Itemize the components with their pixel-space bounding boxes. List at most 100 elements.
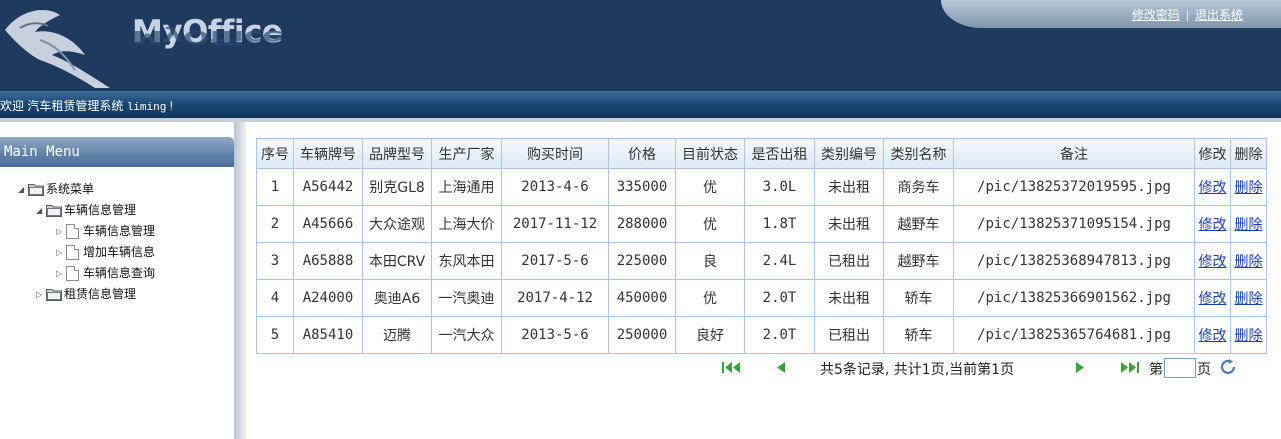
cell-category-name: 轿车 — [883, 316, 954, 354]
cell-category-name: 越野车 — [883, 242, 954, 280]
cell-maker: 一汽奥迪 — [431, 279, 502, 317]
tree-label: 租赁信息管理 — [64, 287, 137, 301]
cell-purchase-date: 2017-5-6 — [501, 242, 609, 280]
cell-plate: A56442 — [293, 168, 363, 206]
folder-icon — [28, 184, 44, 197]
cell-price: 450000 — [608, 279, 676, 317]
delete-link[interactable]: 删除 — [1235, 291, 1263, 307]
cell-price: 335000 — [608, 168, 676, 206]
cell-purchase-date: 2017-4-12 — [501, 279, 609, 317]
tree-item-add-vehicle[interactable]: ▷ 增加车辆信息 — [56, 243, 155, 261]
cell-remark: /pic/13825371095154.jpg — [953, 205, 1195, 243]
delete-link[interactable]: 删除 — [1235, 217, 1263, 233]
cell-delete: 删除 — [1230, 279, 1267, 317]
folder-icon — [46, 289, 62, 302]
cell-delete: 删除 — [1230, 168, 1267, 206]
cell-plate: A24000 — [293, 279, 363, 317]
tree-item-vehicle-info[interactable]: ▷ 车辆信息管理 — [56, 222, 155, 240]
cell-rented: 3.0L — [744, 168, 815, 206]
pagination-bar: 共5条记录, 共计1页,当前第1页 第 页 — [256, 358, 1266, 380]
cell-remark: /pic/13825365764681.jpg — [953, 316, 1195, 354]
cell-plate: A45666 — [293, 205, 363, 243]
cell-status: 优 — [675, 168, 745, 206]
cell-price: 225000 — [608, 242, 676, 280]
tree-label: 车辆信息管理 — [64, 203, 137, 217]
cell-model: 大众途观 — [362, 205, 432, 243]
change-password-link[interactable]: 修改密码 — [1132, 8, 1180, 22]
delete-link[interactable]: 删除 — [1235, 180, 1263, 196]
cell-category-id: 未出租 — [814, 279, 884, 317]
edit-link[interactable]: 修改 — [1199, 254, 1227, 270]
edit-link[interactable]: 修改 — [1199, 291, 1227, 307]
col-header: 生产厂家 — [431, 138, 502, 169]
refresh-icon[interactable] — [1220, 359, 1238, 375]
sidebar: Main Menu ◢ 系统菜单 ◢ 车辆信息管理 ▷ 车辆信息管理 ▷ 增加车辆信息 … — [0, 122, 234, 439]
edit-link[interactable]: 修改 — [1199, 180, 1227, 196]
logout-link[interactable]: 退出系统 — [1195, 8, 1243, 22]
page-icon — [66, 266, 79, 282]
goto-page-suffix: 页 — [1197, 362, 1211, 378]
tree-node-system-menu[interactable]: ◢ 系统菜单 — [18, 180, 94, 198]
col-header: 修改 — [1194, 138, 1231, 169]
cell-category-name: 商务车 — [883, 168, 954, 206]
cell-category-id: 未出租 — [814, 205, 884, 243]
cell-edit: 修改 — [1194, 168, 1231, 206]
goto-page-input[interactable] — [1164, 358, 1196, 378]
cell-rented: 1.8T — [744, 205, 815, 243]
welcome-text: 欢迎 汽车租赁管理系统 liming ! — [0, 97, 173, 114]
cell-delete: 删除 — [1230, 242, 1267, 280]
page-icon — [66, 224, 79, 240]
tree-label: 车辆信息管理 — [83, 224, 156, 238]
tree-label: 车辆信息查询 — [83, 266, 156, 280]
top-links: 修改密码 | 退出系统 — [1132, 6, 1243, 23]
collapsed-arrow-icon: ▷ — [56, 268, 63, 278]
sidebar-splitter[interactable] — [234, 122, 246, 439]
first-page-icon[interactable] — [721, 361, 743, 374]
expanded-arrow-icon[interactable]: ◢ — [18, 181, 28, 199]
welcome-bar: 欢迎 汽车租赁管理系统 liming ! — [0, 91, 1281, 118]
cell-model: 奥迪A6 — [362, 279, 432, 317]
top-header: MyOffice MyOffice 修改密码 | 退出系统 — [0, 0, 1281, 91]
tree-node-rental-mgmt[interactable]: ▷ 租赁信息管理 — [36, 285, 136, 303]
link-separator: | — [1185, 8, 1189, 22]
tree-item-query-vehicle[interactable]: ▷ 车辆信息查询 — [56, 264, 155, 282]
prev-page-icon[interactable] — [775, 361, 787, 374]
sidebar-header: Main Menu — [0, 137, 234, 167]
last-page-icon[interactable] — [1118, 361, 1140, 374]
table-row: 5 A85410 迈腾 一汽大众 2013-5-6 250000 良好 2.0T… — [256, 316, 1267, 354]
col-header: 类别编号 — [814, 138, 884, 169]
expanded-arrow-icon[interactable]: ◢ — [36, 202, 46, 220]
cell-delete: 删除 — [1230, 316, 1267, 354]
next-page-icon[interactable] — [1074, 361, 1086, 374]
cell-rented: 2.0T — [744, 316, 815, 354]
vehicle-table: 序号 车辆牌号 品牌型号 生产厂家 购买时间 价格 目前状态 是否出租 类别编号… — [256, 138, 1267, 354]
username: liming — [126, 102, 167, 114]
cell-edit: 修改 — [1194, 279, 1231, 317]
cell-rented: 2.4L — [744, 242, 815, 280]
edit-link[interactable]: 修改 — [1199, 217, 1227, 233]
edit-link[interactable]: 修改 — [1199, 328, 1227, 344]
col-header: 备注 — [953, 138, 1195, 169]
cell-edit: 修改 — [1194, 242, 1231, 280]
col-header: 车辆牌号 — [293, 138, 363, 169]
cell-index: 4 — [256, 279, 294, 317]
collapsed-arrow-icon: ▷ — [56, 226, 63, 236]
page-info: 共5条记录, 共计1页,当前第1页 — [820, 362, 1015, 378]
cell-index: 1 — [256, 168, 294, 206]
goto-page-label: 第 — [1149, 362, 1163, 378]
col-header: 删除 — [1230, 138, 1267, 169]
cell-purchase-date: 2013-4-6 — [501, 168, 609, 206]
tree-node-vehicle-mgmt[interactable]: ◢ 车辆信息管理 — [36, 201, 136, 219]
folder-icon — [46, 205, 62, 218]
cell-category-name: 越野车 — [883, 205, 954, 243]
cell-rented: 2.0T — [744, 279, 815, 317]
cell-status: 良 — [675, 242, 745, 280]
col-header: 类别名称 — [883, 138, 954, 169]
collapsed-arrow-icon[interactable]: ▷ — [36, 286, 46, 304]
cell-purchase-date: 2013-5-6 — [501, 316, 609, 354]
cell-price: 250000 — [608, 316, 676, 354]
cell-maker: 东风本田 — [431, 242, 502, 280]
tree-label: 增加车辆信息 — [83, 245, 156, 259]
delete-link[interactable]: 删除 — [1235, 328, 1263, 344]
delete-link[interactable]: 删除 — [1235, 254, 1263, 270]
